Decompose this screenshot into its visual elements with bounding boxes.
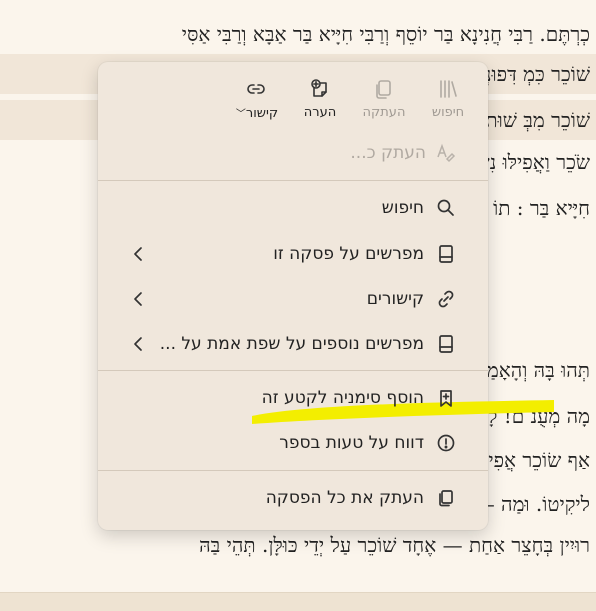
chevron-left-icon: [130, 245, 148, 263]
bottom-bar: [0, 592, 596, 611]
alert-icon: [434, 433, 458, 453]
menu-item-copy-paragraph[interactable]: העתק את כל הפסקה: [98, 480, 488, 516]
copy-icon: [434, 488, 458, 508]
menu-item-report-error[interactable]: דווח על טעות בספר: [98, 425, 488, 461]
context-menu: חיפוש העתקה הערה ﹀קישור העתק כ... חיפוש …: [98, 62, 554, 530]
copy-as-field[interactable]: העתק כ...: [98, 137, 488, 169]
menu-item-links[interactable]: קישורים: [98, 281, 488, 317]
menu-item-label: הוסף סימניה לקטע זה: [261, 388, 424, 408]
book-icon: [434, 244, 458, 264]
text-line: כְרְתֶּם. רַבִּי חֲנִינָא בַּר יוֹסֵף וְ…: [181, 22, 590, 46]
chevron-down-icon: ﹀: [235, 109, 246, 120]
menu-item-add-bookmark[interactable]: הוסף סימניה לקטע זה: [98, 380, 488, 416]
bookmark-add-icon: [434, 388, 458, 408]
menu-item-more-commentaries[interactable]: מפרשים נוספים על שפת אמת על ...: [98, 326, 488, 362]
link-icon: [434, 289, 458, 309]
toolbar-search-button[interactable]: חיפוש: [418, 76, 478, 126]
menu-item-label: העתק את כל הפסקה: [265, 488, 424, 508]
chevron-left-icon: [130, 335, 148, 353]
search-icon: [434, 198, 458, 218]
book-icon: [434, 334, 458, 354]
copy-as-placeholder: העתק כ...: [350, 143, 426, 163]
toolbar-link-label: קישור: [245, 106, 279, 121]
toolbar-search-label: חיפוש: [431, 105, 465, 120]
menu-divider: [98, 180, 488, 181]
note-add-icon: [309, 76, 331, 102]
text-line: רוּיִין בְּחָצֵר אַחַת — אֶחָד שׁוֹכֵר ע…: [199, 533, 590, 557]
menu-divider: [98, 470, 488, 471]
toolbar-copy-label: העתקה: [362, 105, 406, 120]
menu-item-commentaries[interactable]: מפרשים על פסקה זו: [98, 236, 488, 272]
menu-item-label: חיפוש: [381, 198, 424, 218]
toolbar-note-label: הערה: [303, 105, 337, 120]
menu-divider: [98, 370, 488, 371]
library-icon: [437, 76, 459, 102]
toolbar-link-button[interactable]: ﹀קישור: [226, 76, 286, 126]
text-format-icon: [434, 142, 458, 164]
menu-toolbar: חיפוש העתקה הערה ﹀קישור: [226, 76, 478, 126]
toolbar-note-button[interactable]: הערה: [290, 76, 350, 126]
menu-item-label: דווח על טעות בספר: [279, 433, 424, 453]
toolbar-copy-button[interactable]: העתקה: [354, 76, 414, 126]
chevron-left-icon: [130, 290, 148, 308]
copy-icon: [373, 76, 395, 102]
toolbar-link-label-wrap: ﹀קישור: [234, 105, 278, 121]
menu-item-search[interactable]: חיפוש: [98, 190, 488, 226]
link-icon: [245, 76, 267, 102]
